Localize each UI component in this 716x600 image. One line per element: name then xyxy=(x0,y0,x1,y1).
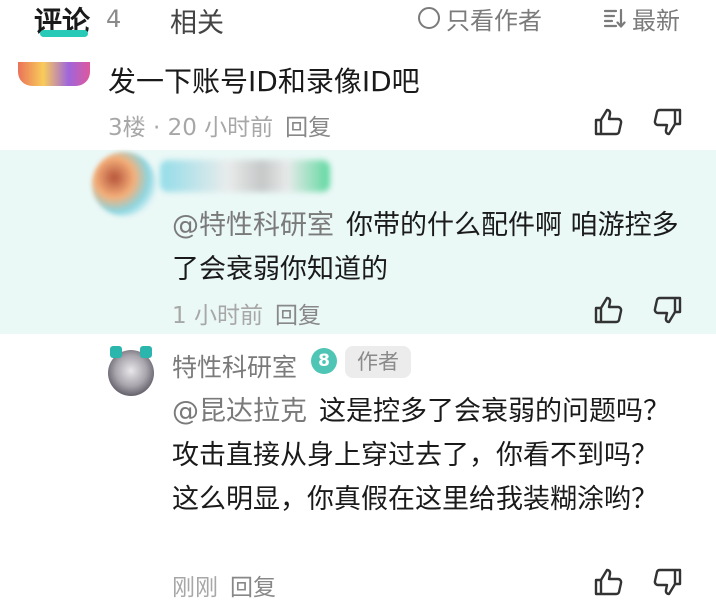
only-author-label: 只看作者 xyxy=(446,6,542,35)
sort-lines-icon xyxy=(602,6,626,30)
author-name[interactable]: 特性科研室 xyxy=(172,348,297,384)
highlighted-reply-button[interactable]: 回复 xyxy=(275,303,321,329)
author-reply-time: 刚刚 xyxy=(172,575,218,600)
commenter-avatar[interactable] xyxy=(18,62,90,86)
thumbs-down-icon[interactable] xyxy=(652,566,684,598)
highlighted-reply-body: @特性科研室 你带的什么配件啊 咱游控多了会衰弱你知道的 xyxy=(172,204,682,292)
author-avatar[interactable] xyxy=(108,346,154,396)
comments-panel: 评论 4 相关 只看作者 最新 发一下账号ID和录像ID吧 3楼 · 20 小时… xyxy=(0,0,716,600)
author-reply-body: @昆达拉克 这是控多了会衰弱的问题吗？攻击直接从身上穿过去了，你看不到吗？这么明显… xyxy=(172,390,682,522)
level-badge: 8 xyxy=(311,348,337,374)
thumbs-up-icon[interactable] xyxy=(592,294,624,326)
comment-floor-time: 3楼 · 20 小时前 xyxy=(108,115,274,141)
comment-reply-button[interactable]: 回复 xyxy=(285,115,331,141)
sort-label: 最新 xyxy=(632,6,680,35)
comment-meta: 3楼 · 20 小时前 回复 xyxy=(108,108,331,142)
comments-count: 4 xyxy=(106,5,122,33)
highlighted-reply-meta: 1 小时前 回复 xyxy=(172,296,321,330)
comment-text: 发一下账号ID和录像ID吧 xyxy=(108,65,420,98)
avatar-ear-decoration xyxy=(140,346,152,358)
author-reply-meta: 刚刚 回复 xyxy=(172,568,276,600)
avatar-ear-decoration xyxy=(110,346,122,358)
thumbs-up-icon[interactable] xyxy=(592,566,624,598)
radio-circle-icon xyxy=(418,7,440,29)
replier-avatar-blurred[interactable] xyxy=(92,152,156,216)
author-reply-button[interactable]: 回复 xyxy=(230,575,276,600)
mention-link[interactable]: @特性科研室 xyxy=(172,210,334,241)
sort-button[interactable]: 最新 xyxy=(602,4,680,35)
thumbs-down-icon[interactable] xyxy=(652,294,684,326)
author-tag: 作者 xyxy=(345,346,411,378)
only-author-toggle[interactable]: 只看作者 xyxy=(418,4,542,35)
comment-tabs: 评论 4 相关 只看作者 最新 xyxy=(0,0,716,44)
highlighted-reply-time: 1 小时前 xyxy=(172,303,263,329)
tab-active-indicator xyxy=(40,30,88,37)
replier-name-blurred[interactable] xyxy=(160,160,330,192)
thumbs-down-icon[interactable] xyxy=(652,106,684,138)
tab-related[interactable]: 相关 xyxy=(170,1,224,40)
thumbs-up-icon[interactable] xyxy=(592,106,624,138)
mention-link[interactable]: @昆达拉克 xyxy=(172,396,307,427)
